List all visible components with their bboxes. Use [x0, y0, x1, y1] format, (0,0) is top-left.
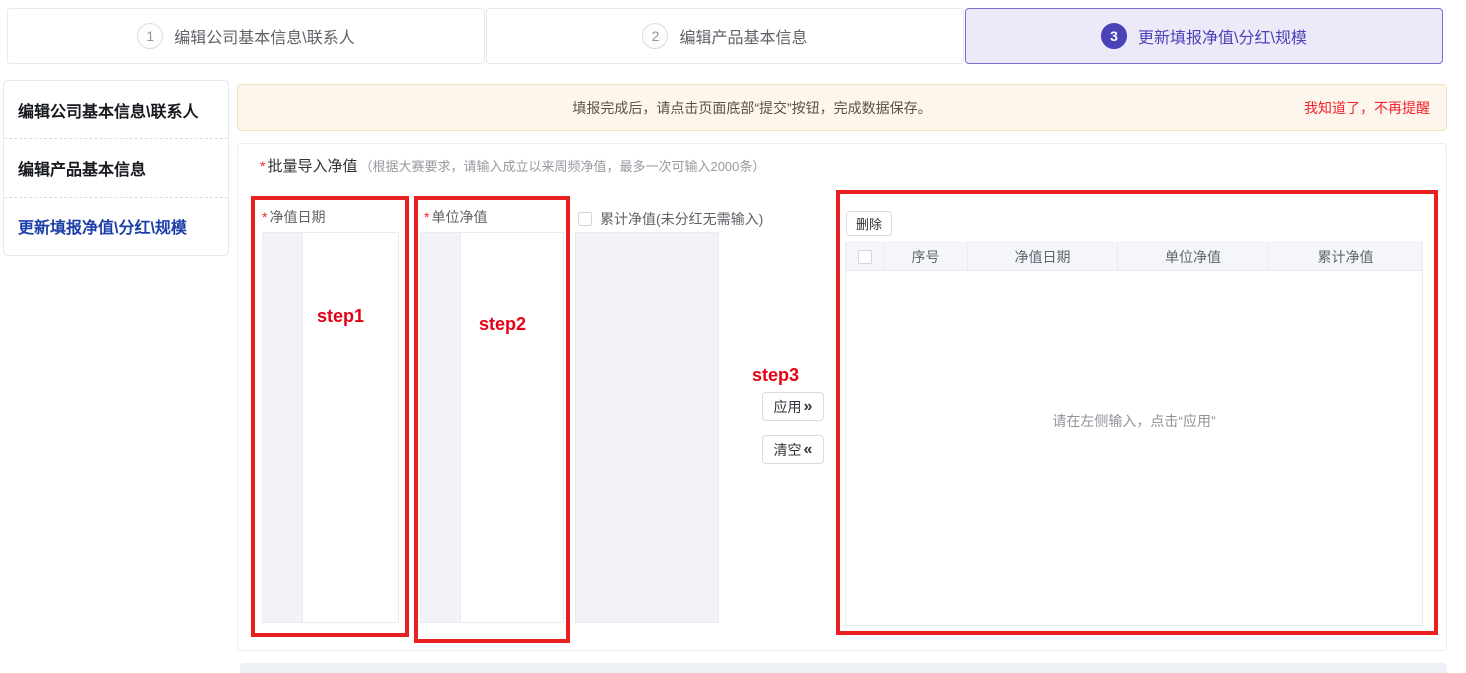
cumulative-column-label: 累计净值(未分红无需输入) [600, 209, 763, 229]
section-hint: （根据大赛要求，请输入成立以来周频净值，最多一次可输入2000条） [359, 159, 765, 174]
tab-step-2-label: 编辑产品基本信息 [679, 24, 807, 48]
notice-dismiss-link[interactable]: 我知道了，不再提醒 [1304, 85, 1430, 130]
table-header-date: 净值日期 [968, 243, 1118, 270]
step-1-number-badge: 1 [137, 23, 163, 49]
required-asterisk: * [424, 209, 429, 225]
step-3-number-badge: 3 [1101, 23, 1127, 49]
required-asterisk: * [262, 209, 267, 225]
unit-column-label: *单位净值 [424, 207, 487, 227]
tab-step-1[interactable]: 1 编辑公司基本信息\联系人 [7, 8, 485, 64]
apply-button-label: 应用 [774, 397, 802, 417]
tab-step-3-label: 更新填报净值\分红\规模 [1138, 24, 1307, 48]
date-input-textarea[interactable] [303, 233, 398, 622]
clear-button-label: 清空 [774, 440, 802, 460]
clear-button[interactable]: 清空 « [762, 435, 824, 464]
table-header-select [846, 243, 884, 270]
required-asterisk: * [260, 158, 265, 174]
cumulative-checkbox[interactable] [578, 212, 592, 226]
notice-message: 填报完成后，请点击页面底部“提交”按钮，完成数据保存。 [238, 85, 1266, 130]
cumulative-input-area-disabled [575, 232, 719, 623]
sidebar: 编辑公司基本信息\联系人 编辑产品基本信息 更新填报净值\分红\规模 [3, 80, 229, 256]
sidebar-item-product-info[interactable]: 编辑产品基本信息 [4, 138, 228, 196]
net-value-table: 序号 净值日期 单位净值 累计净值 请在左侧输入，点击“应用” [845, 242, 1423, 626]
tab-step-1-label: 编辑公司基本信息\联系人 [174, 24, 354, 48]
sidebar-item-update-nav[interactable]: 更新填报净值\分红\规模 [4, 197, 228, 255]
cumulative-column-header: 累计净值(未分红无需输入) [578, 209, 763, 229]
table-body: 请在左侧输入，点击“应用” [846, 271, 1422, 626]
tab-step-3[interactable]: 3 更新填报净值\分红\规模 [965, 8, 1443, 64]
next-section-divider [240, 663, 1447, 673]
table-header-cumulative: 累计净值 [1269, 243, 1422, 270]
sidebar-item-company-info[interactable]: 编辑公司基本信息\联系人 [4, 81, 228, 138]
unit-input-gutter [421, 233, 461, 622]
unit-input-area [420, 232, 564, 623]
tab-step-2[interactable]: 2 编辑产品基本信息 [486, 8, 964, 64]
unit-input-textarea[interactable] [461, 233, 563, 622]
apply-button[interactable]: 应用 » [762, 392, 824, 421]
section-title: *批量导入净值（根据大赛要求，请输入成立以来周频净值，最多一次可输入2000条） [260, 155, 765, 176]
annotation-step1-label: step1 [317, 306, 364, 327]
double-chevron-right-icon: » [804, 399, 813, 415]
date-input-gutter [263, 233, 303, 622]
table-header-seq: 序号 [884, 243, 968, 270]
step-2-number-badge: 2 [642, 23, 668, 49]
annotation-step2-label: step2 [479, 314, 526, 335]
delete-button[interactable]: 删除 [846, 211, 892, 236]
date-input-area [262, 232, 399, 623]
notice-bar: 填报完成后，请点击页面底部“提交”按钮，完成数据保存。 我知道了，不再提醒 [237, 84, 1447, 131]
annotation-step3-label: step3 [752, 365, 799, 386]
double-chevron-left-icon: « [804, 442, 813, 458]
table-header-row: 序号 净值日期 单位净值 累计净值 [846, 243, 1422, 271]
table-empty-text: 请在左侧输入，点击“应用” [846, 411, 1422, 431]
date-column-label: *净值日期 [262, 207, 325, 227]
section-title-text: 批量导入净值 [267, 158, 357, 175]
table-header-unit: 单位净值 [1118, 243, 1269, 270]
select-all-checkbox[interactable] [858, 250, 872, 264]
